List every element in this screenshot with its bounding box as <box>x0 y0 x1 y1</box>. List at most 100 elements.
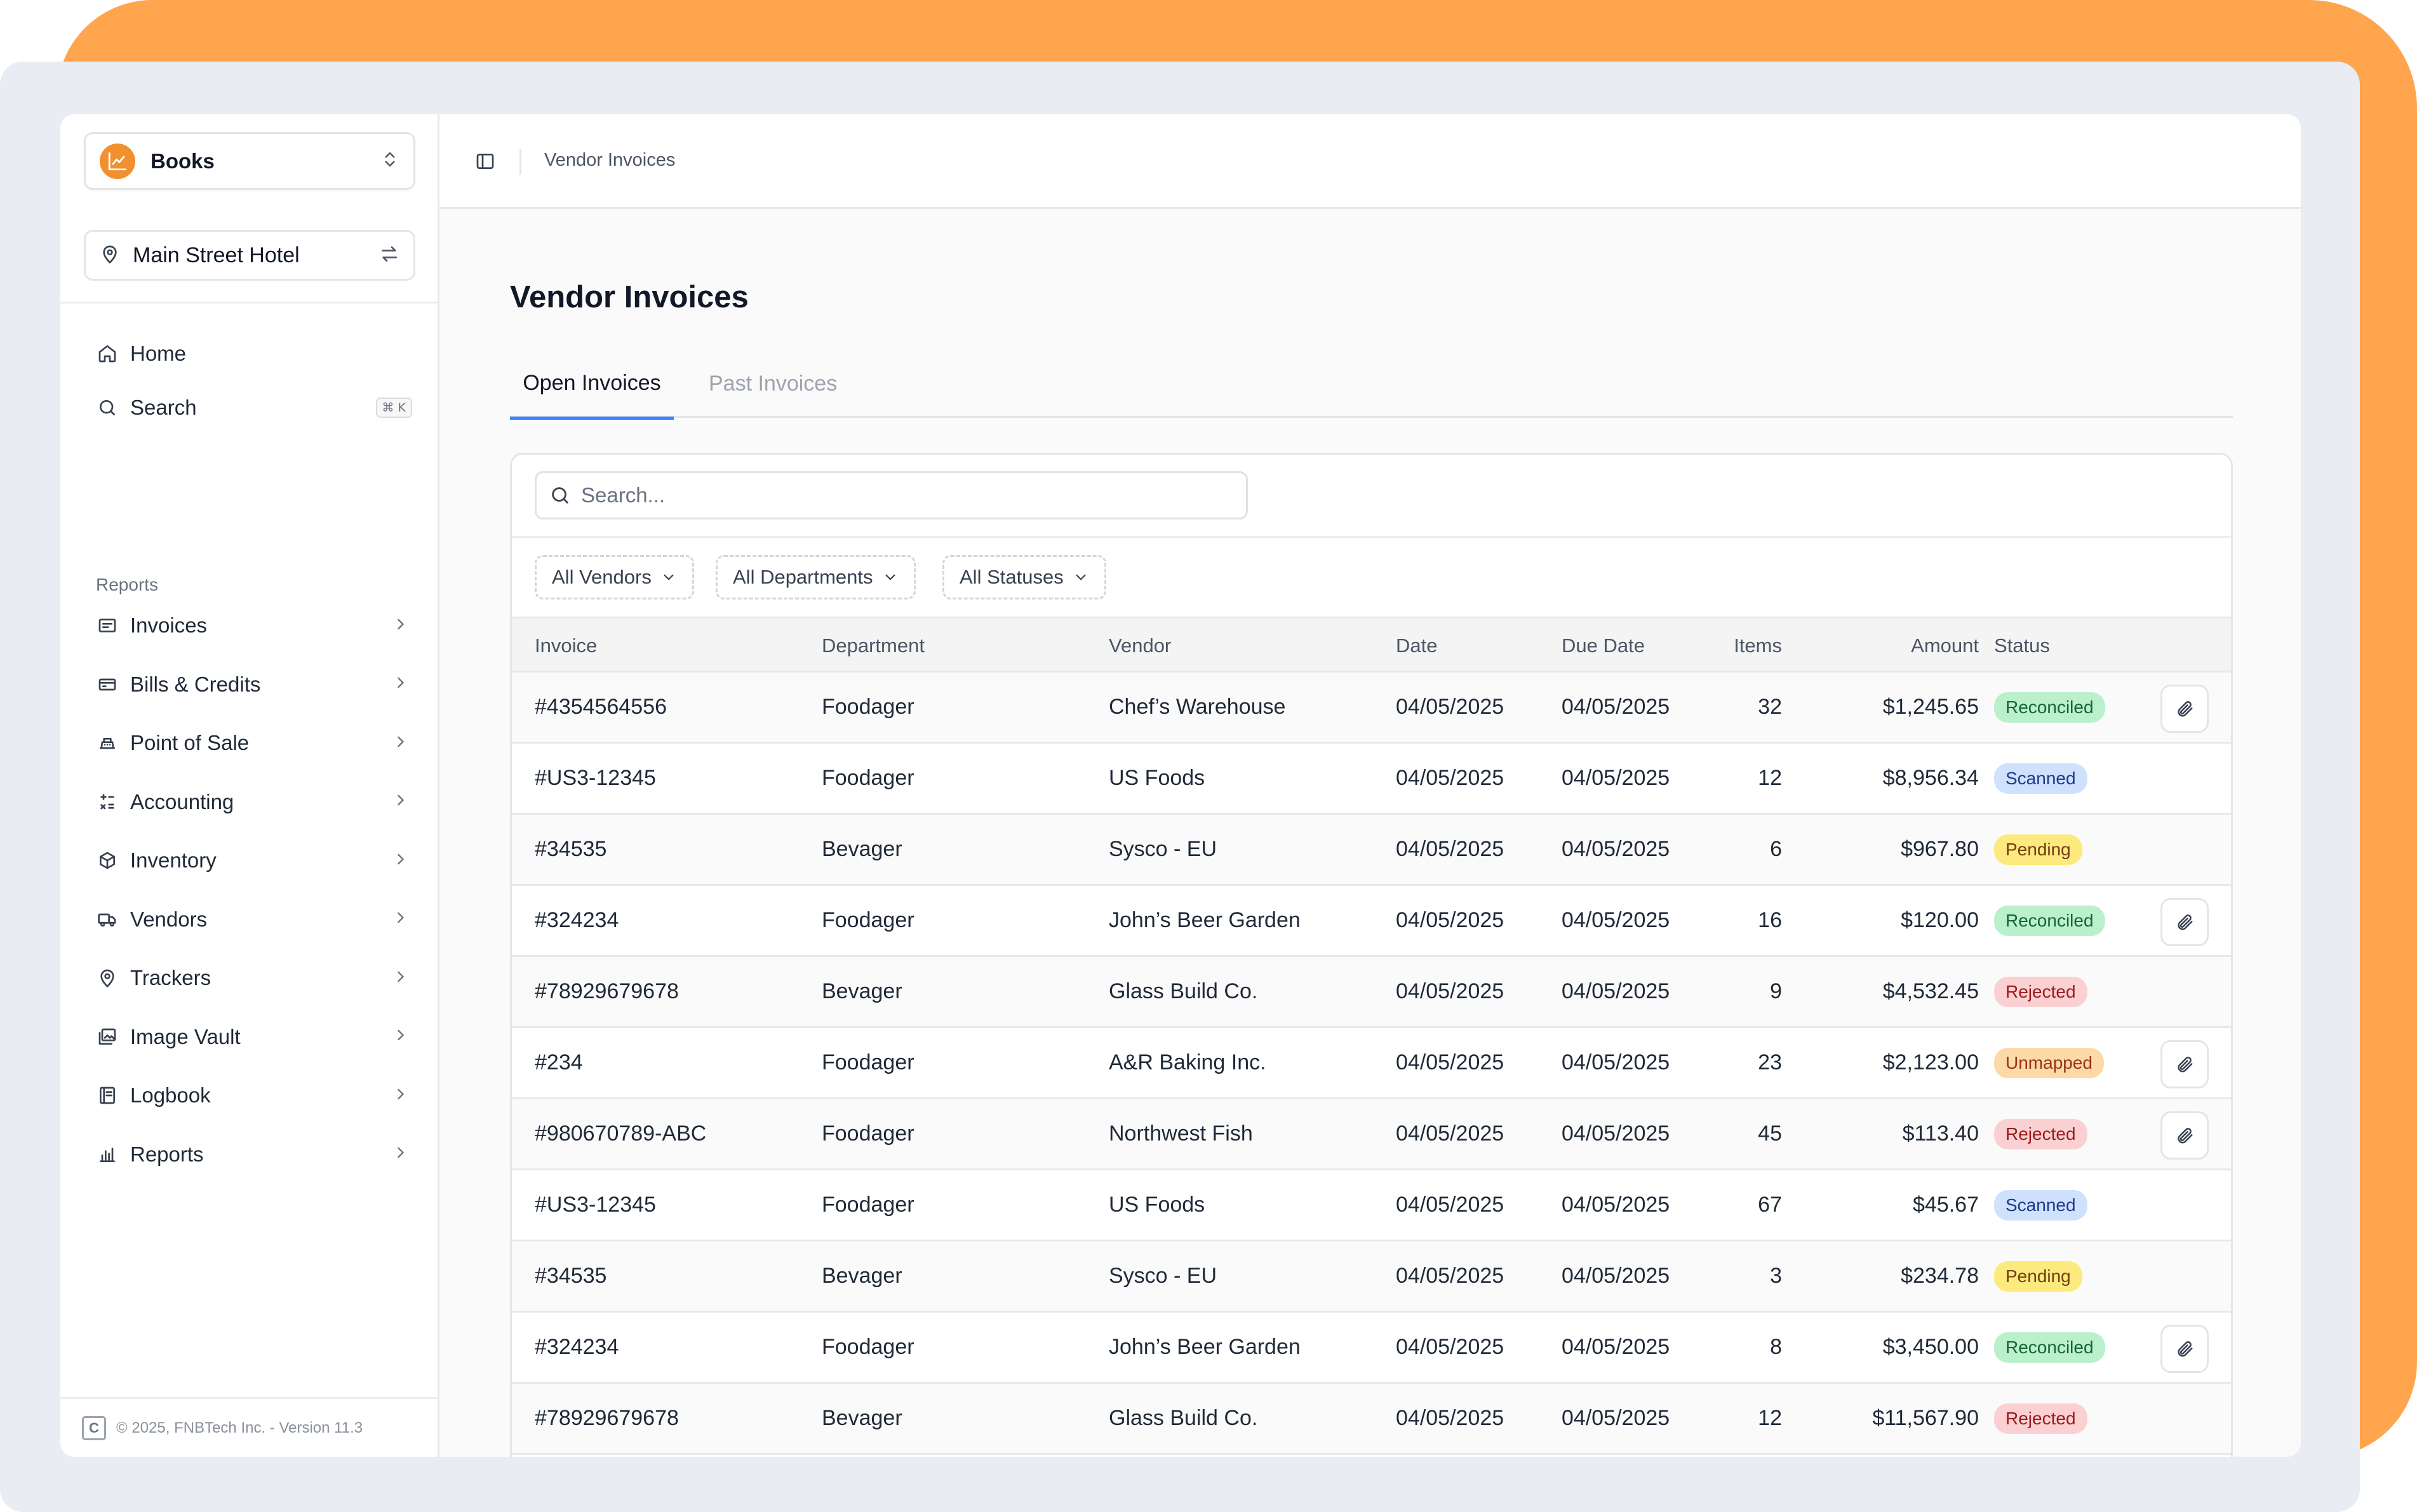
sidebar-item-logbook[interactable]: Logbook <box>95 1076 412 1114</box>
card-divider <box>512 536 2231 538</box>
location-switcher[interactable]: Main Street Hotel <box>84 230 415 281</box>
cell-department: Foodager <box>822 1193 914 1217</box>
cell-date: 04/05/2025 <box>1396 1335 1504 1359</box>
filter-label: All Vendors <box>552 566 652 588</box>
sidebar-item-trackers[interactable]: Trackers <box>95 959 412 997</box>
filter-departments[interactable]: All Departments <box>716 555 916 599</box>
cell-vendor: Glass Build Co. <box>1109 1406 1258 1430</box>
cell-due-date: 04/05/2025 <box>1562 1264 1670 1288</box>
cell-department: Foodager <box>822 1335 914 1359</box>
table-row[interactable]: #234 Foodager A&R Baking Inc. 04/05/2025 04/… <box>512 1028 2231 1099</box>
chevron-right-icon <box>392 968 410 989</box>
cell-vendor: Sysco - EU <box>1109 837 1217 861</box>
cell-vendor: Chef’s Warehouse <box>1109 695 1286 719</box>
sidebar-item-label: Trackers <box>130 966 211 989</box>
sidebar-item-home[interactable]: Home <box>95 335 412 373</box>
attachment-button[interactable] <box>2160 685 2209 733</box>
sidebar-item-label: Reports <box>130 1142 204 1166</box>
attachment-button[interactable] <box>2160 1040 2209 1088</box>
sidebar-item-label: Search <box>130 396 197 419</box>
sidebar-item-invoices[interactable]: Invoices <box>95 606 412 645</box>
sidebar-item-inventory[interactable]: Inventory <box>95 841 412 880</box>
filter-label: All Departments <box>733 566 873 588</box>
filter-statuses[interactable]: All Statuses <box>942 555 1106 599</box>
status-badge: Unmapped <box>1994 1047 2104 1078</box>
cell-items: 9 <box>1770 979 1782 1003</box>
cell-date: 04/05/2025 <box>1396 1264 1504 1288</box>
chevrons-up-down-icon <box>380 150 399 172</box>
map-pin-icon <box>100 244 120 267</box>
sidebar-item-accounting[interactable]: Accounting <box>95 783 412 821</box>
sidebar-item-image-vault[interactable]: Image Vault <box>95 1018 412 1056</box>
cell-status: Rejected <box>1994 1099 2087 1168</box>
paperclip-icon <box>2178 1341 2193 1357</box>
table-row[interactable]: #34535 Bevager Sysco - EU 04/05/2025 04/05/2… <box>512 1241 2231 1313</box>
status-badge: Reconciled <box>1994 905 2105 936</box>
cell-items: 12 <box>1758 1406 1782 1430</box>
cell-invoice: #US3-12345 <box>535 766 656 790</box>
table-row[interactable]: #34535 Bevager Sysco - EU 04/05/2025 04/05/2… <box>512 815 2231 886</box>
status-badge: Pending <box>1994 834 2082 865</box>
chart-logo-icon <box>100 143 135 179</box>
cell-invoice: #78929679678 <box>535 979 679 1003</box>
attachment-button[interactable] <box>2160 1325 2209 1373</box>
attachment-button[interactable] <box>2160 898 2209 946</box>
chevron-right-icon <box>392 1026 410 1047</box>
sidebar-item-search[interactable]: Search ⌘ K <box>95 389 412 427</box>
attachment-button[interactable] <box>2160 1111 2209 1160</box>
sidebar-toggle-button[interactable] <box>472 149 498 174</box>
sidebar-item-point-of-sale[interactable]: Point of Sale <box>95 724 412 762</box>
sidebar-item-reports[interactable]: Reports <box>95 1135 412 1174</box>
sidebar-divider <box>60 302 438 304</box>
box-icon <box>95 848 120 873</box>
tab-past-invoices[interactable]: Past Invoices <box>709 349 837 418</box>
cell-amount: $11,567.90 <box>1872 1406 1979 1430</box>
column-header-due-date[interactable]: Due Date <box>1562 619 1645 672</box>
sidebar: Books Main Street Hotel Home Search ⌘ K … <box>60 114 439 1457</box>
sidebar-item-vendors[interactable]: Vendors <box>95 900 412 939</box>
cell-amount: $4,532.45 <box>1882 979 1979 1003</box>
app-switcher[interactable]: Books <box>84 132 415 190</box>
table-row[interactable]: #78929679678 Bevager Glass Build Co. 04/05/… <box>512 957 2231 1028</box>
filter-vendors[interactable]: All Vendors <box>535 555 694 599</box>
column-header-items[interactable]: Items <box>1693 619 1782 672</box>
column-header-invoice[interactable]: Invoice <box>535 619 597 672</box>
cell-vendor: Glass Build Co. <box>1109 979 1258 1003</box>
column-header-date[interactable]: Date <box>1396 619 1437 672</box>
cell-status: Reconciled <box>1994 1313 2105 1382</box>
column-header-vendor[interactable]: Vendor <box>1109 619 1171 672</box>
cell-date: 04/05/2025 <box>1396 837 1504 861</box>
table-row[interactable]: #US3-12345 Foodager US Foods 04/05/2025 04/0… <box>512 1170 2231 1241</box>
breadcrumb[interactable]: Vendor Invoices <box>544 150 675 171</box>
truck-icon <box>95 907 120 932</box>
cell-date: 04/05/2025 <box>1396 766 1504 790</box>
location-name: Main Street Hotel <box>133 243 300 267</box>
cell-due-date: 04/05/2025 <box>1562 837 1670 861</box>
tab-open-invoices[interactable]: Open Invoices <box>510 349 674 420</box>
status-badge: Rejected <box>1994 976 2087 1007</box>
table-row[interactable]: #980670789-ABC Foodager Northwest Fish 04/0… <box>512 1099 2231 1170</box>
chevron-right-icon <box>392 791 410 812</box>
column-header-department[interactable]: Department <box>822 619 925 672</box>
cell-department: Foodager <box>822 1050 914 1074</box>
column-header-status[interactable]: Status <box>1994 619 2050 672</box>
status-badge: Scanned <box>1994 1189 2087 1221</box>
home-icon <box>95 341 120 366</box>
search-input[interactable] <box>581 483 1216 507</box>
table-row[interactable]: #4354564556 Foodager Chef’s Warehouse 04/05… <box>512 672 2231 744</box>
search-field[interactable] <box>535 471 1248 519</box>
paperclip-icon <box>2178 914 2193 930</box>
table-row[interactable]: #324234 Foodager John’s Beer Garden 04/05/2… <box>512 886 2231 957</box>
table-row[interactable]: #324234 Foodager John’s Beer Garden 04/05/2… <box>512 1313 2231 1384</box>
cell-vendor: John’s Beer Garden <box>1109 908 1301 932</box>
column-header-amount[interactable]: Amount <box>1814 619 1979 672</box>
table-row[interactable]: #78929679678 Bevager Glass Build Co. 04/05/… <box>512 1384 2231 1455</box>
cell-invoice: #234 <box>535 1050 583 1074</box>
sidebar-item-label: Invoices <box>130 613 208 637</box>
table-row[interactable]: #US3-12345 Foodager US Foods 04/05/2025 04/0… <box>512 744 2231 815</box>
cell-invoice: #980670789-ABC <box>535 1121 707 1146</box>
sidebar-item-bills-credits[interactable]: Bills & Credits <box>95 666 412 704</box>
chevron-down-icon <box>885 574 895 580</box>
cell-amount: $3,450.00 <box>1882 1335 1979 1359</box>
filter-label: All Statuses <box>960 566 1064 588</box>
